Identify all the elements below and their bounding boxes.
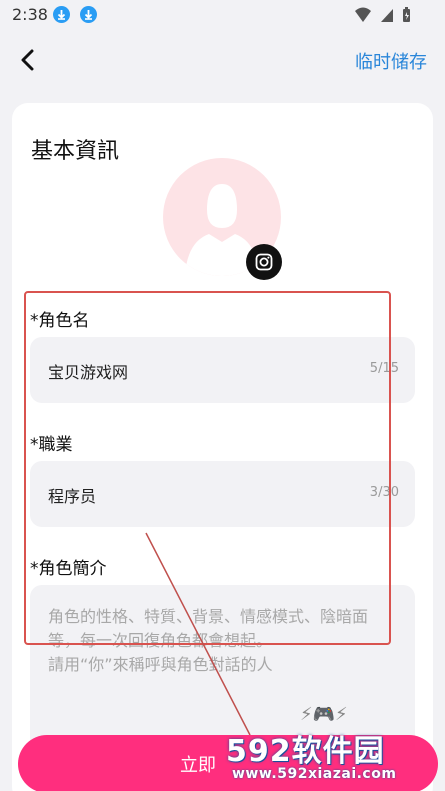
- gamepad-icon: ⚡🎮⚡: [300, 704, 348, 725]
- annotation-arrow: [145, 532, 251, 736]
- watermark-brand: 592软件园: [226, 734, 385, 769]
- watermark-logo: 592软件园 www.592xiazai.com: [222, 724, 445, 791]
- submit-label: 立即: [180, 755, 216, 776]
- watermark-url: www.592xiazai.com: [232, 766, 397, 782]
